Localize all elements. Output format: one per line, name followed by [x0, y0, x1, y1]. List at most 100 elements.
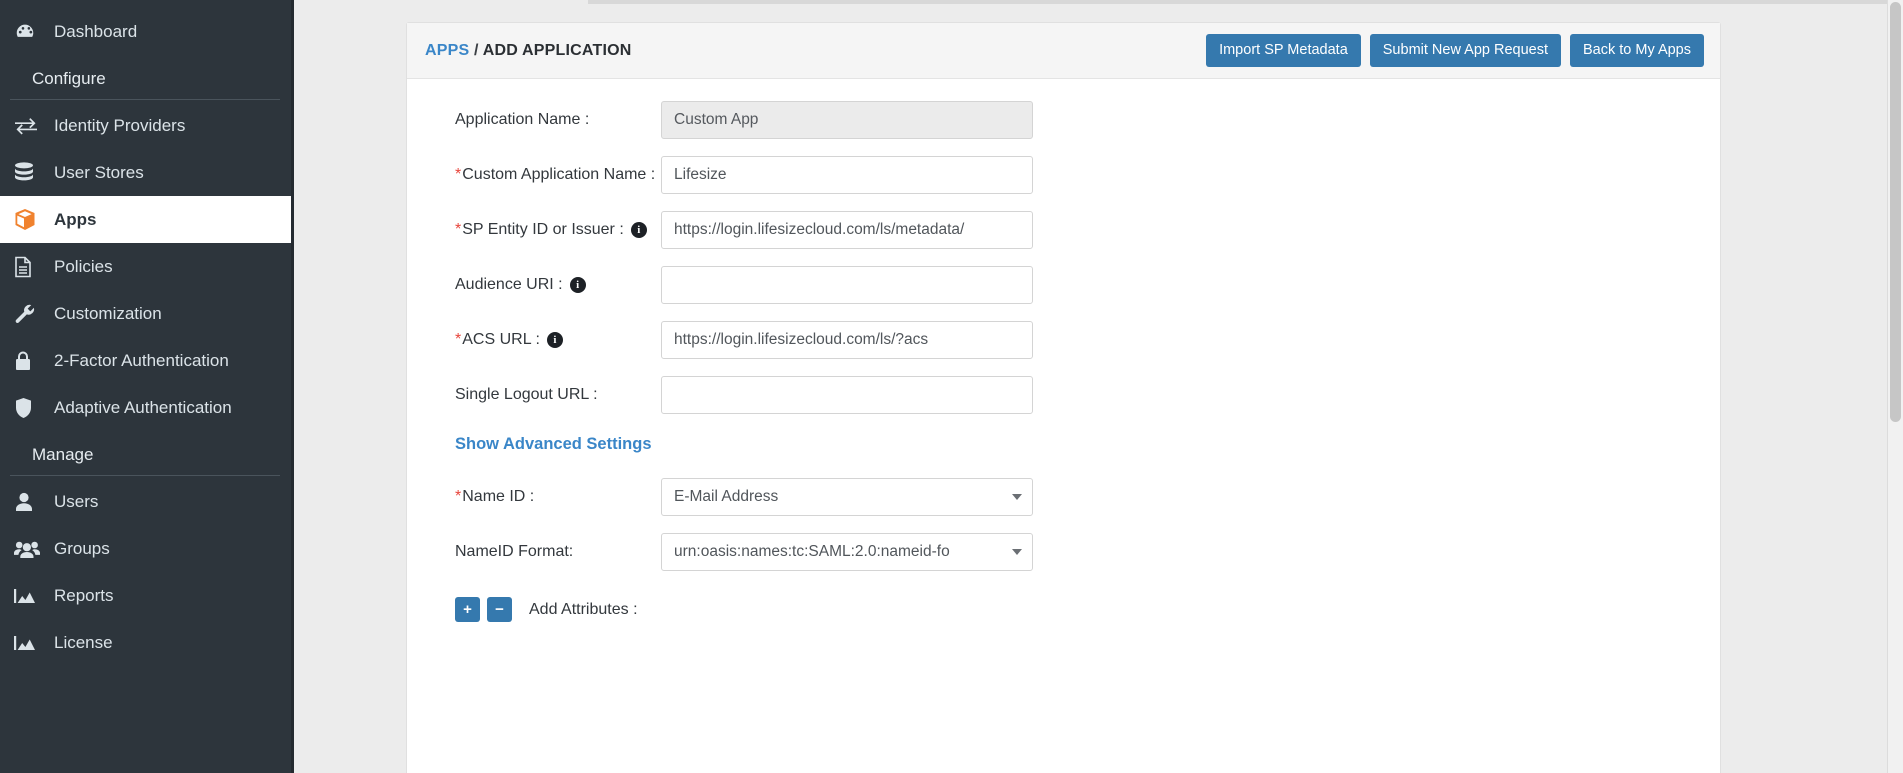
label-text: Application Name :: [455, 111, 590, 128]
shield-icon: [14, 397, 54, 419]
form-row-name-id: * Name ID : E-Mail Address: [407, 478, 1720, 516]
label-text: SP Entity ID or Issuer :: [462, 221, 624, 238]
submit-new-app-request-button[interactable]: Submit New App Request: [1369, 34, 1561, 67]
sidebar-item-2-factor-authentication[interactable]: 2-Factor Authentication: [0, 337, 294, 384]
sidebar-item-policies[interactable]: Policies: [0, 243, 294, 290]
sidebar-item-label: Groups: [54, 539, 110, 558]
scrollbar-thumb[interactable]: [1890, 2, 1901, 422]
sidebar-item-customization[interactable]: Customization: [0, 290, 294, 337]
label-text: Custom Application Name :: [462, 166, 656, 183]
sidebar-item-label: User Stores: [54, 163, 144, 182]
label-text: NameID Format:: [455, 543, 574, 560]
users-group-icon: [14, 539, 54, 559]
add-attributes-label: Add Attributes :: [529, 600, 638, 618]
sidebar-item-users[interactable]: Users: [0, 478, 294, 525]
dashboard-icon: [14, 21, 54, 43]
label-text: Audience URI :: [455, 276, 563, 293]
label-custom-application-name: * Custom Application Name :: [407, 166, 661, 184]
label-name-id: * Name ID :: [407, 488, 661, 506]
sidebar-item-label: Dashboard: [54, 22, 138, 41]
name-id-select[interactable]: E-Mail Address: [661, 478, 1033, 516]
application-name-input[interactable]: [661, 101, 1033, 139]
show-advanced-settings-link[interactable]: Show Advanced Settings: [407, 435, 652, 454]
label-sp-entity-id: * SP Entity ID or Issuer : i: [407, 221, 661, 239]
remove-attribute-button[interactable]: −: [487, 597, 512, 622]
form-row-custom-application-name: * Custom Application Name :: [407, 156, 1720, 194]
top-divider: [588, 0, 1903, 4]
exchange-icon: [14, 116, 54, 136]
single-logout-url-input[interactable]: [661, 376, 1033, 414]
box-icon: [14, 208, 54, 231]
label-text: Name ID :: [462, 488, 535, 505]
chart-icon: [14, 634, 54, 652]
add-application-card: APPS / ADD APPLICATION Import SP Metadat…: [406, 22, 1721, 773]
sp-entity-id-input[interactable]: [661, 211, 1033, 249]
back-to-my-apps-button[interactable]: Back to My Apps: [1570, 34, 1704, 67]
breadcrumb-link-apps[interactable]: APPS: [425, 42, 469, 59]
sidebar-section-title: Manage: [10, 431, 280, 476]
chart-icon: [14, 587, 54, 605]
sidebar-item-label: Users: [54, 492, 99, 511]
breadcrumb: APPS / ADD APPLICATION: [425, 42, 632, 60]
advanced-settings-row: Show Advanced Settings: [407, 431, 1720, 478]
sidebar-item-adaptive-authentication[interactable]: Adaptive Authentication: [0, 384, 294, 431]
info-icon[interactable]: i: [569, 277, 586, 293]
form-row-application-name: Application Name :: [407, 101, 1720, 139]
sidebar-item-dashboard[interactable]: Dashboard: [0, 8, 294, 55]
nameid-format-select[interactable]: urn:oasis:names:tc:SAML:2.0:nameid-fo: [661, 533, 1033, 571]
sidebar-section-manage: Manage: [0, 431, 294, 478]
label-application-name: Application Name :: [407, 111, 661, 129]
label-text: ACS URL :: [462, 331, 540, 348]
form-row-audience-uri: Audience URI : i: [407, 266, 1720, 304]
add-attribute-button[interactable]: +: [455, 597, 480, 622]
name-id-select-wrapper: E-Mail Address: [661, 478, 1033, 516]
label-acs-url: * ACS URL : i: [407, 331, 661, 349]
form-row-acs-url: * ACS URL : i: [407, 321, 1720, 359]
required-marker: *: [455, 221, 462, 238]
label-nameid-format: NameID Format:: [407, 543, 661, 561]
sidebar-item-label: 2-Factor Authentication: [54, 351, 229, 370]
sidebar-item-reports[interactable]: Reports: [0, 572, 294, 619]
sidebar-item-label: Identity Providers: [54, 116, 186, 135]
vertical-scrollbar[interactable]: [1887, 0, 1903, 773]
sidebar-item-label: Customization: [54, 304, 162, 323]
label-audience-uri: Audience URI : i: [407, 276, 661, 294]
sidebar-item-label: License: [54, 633, 113, 652]
add-application-form: Application Name : *Custom Application N…: [407, 79, 1720, 622]
breadcrumb-separator: /: [469, 41, 483, 59]
required-marker: *: [455, 331, 462, 348]
sidebar-item-label: Apps: [54, 210, 97, 229]
form-row-sp-entity-id: * SP Entity ID or Issuer : i: [407, 211, 1720, 249]
sidebar-section-configure: Configure: [0, 55, 294, 102]
sidebar-item-apps[interactable]: Apps: [0, 196, 294, 243]
database-icon: [14, 161, 54, 184]
card-header: APPS / ADD APPLICATION Import SP Metadat…: [407, 23, 1720, 79]
header-actions: Import SP Metadata Submit New App Reques…: [1206, 34, 1704, 67]
sidebar-section-title: Configure: [10, 55, 280, 100]
sidebar-item-label: Adaptive Authentication: [54, 398, 232, 417]
application-root: Dashboard Configure Identity Providers U…: [0, 0, 1903, 773]
nameid-format-select-wrapper: urn:oasis:names:tc:SAML:2.0:nameid-fo: [661, 533, 1033, 571]
label-single-logout-url: Single Logout URL :: [407, 386, 661, 404]
main-content: APPS / ADD APPLICATION Import SP Metadat…: [294, 0, 1903, 773]
sidebar-item-license[interactable]: License: [0, 619, 294, 666]
sidebar-item-identity-providers[interactable]: Identity Providers: [0, 102, 294, 149]
import-sp-metadata-button[interactable]: Import SP Metadata: [1206, 34, 1361, 67]
info-icon[interactable]: i: [546, 332, 563, 348]
audience-uri-input[interactable]: [661, 266, 1033, 304]
custom-application-name-input[interactable]: [661, 156, 1033, 194]
info-icon[interactable]: i: [630, 222, 647, 238]
form-row-nameid-format: NameID Format: urn:oasis:names:tc:SAML:2…: [407, 533, 1720, 571]
required-marker: *: [455, 488, 462, 505]
form-row-single-logout-url: Single Logout URL :: [407, 376, 1720, 414]
acs-url-input[interactable]: [661, 321, 1033, 359]
label-text: Single Logout URL :: [455, 386, 598, 403]
document-icon: [14, 256, 54, 278]
required-marker: *: [455, 166, 462, 183]
lock-icon: [14, 350, 54, 372]
sidebar-item-user-stores[interactable]: User Stores: [0, 149, 294, 196]
sidebar-item-groups[interactable]: Groups: [0, 525, 294, 572]
sidebar-item-label: Reports: [54, 586, 114, 605]
add-attributes-row: + − Add Attributes :: [407, 597, 1720, 622]
sidebar-item-label: Policies: [54, 257, 113, 276]
